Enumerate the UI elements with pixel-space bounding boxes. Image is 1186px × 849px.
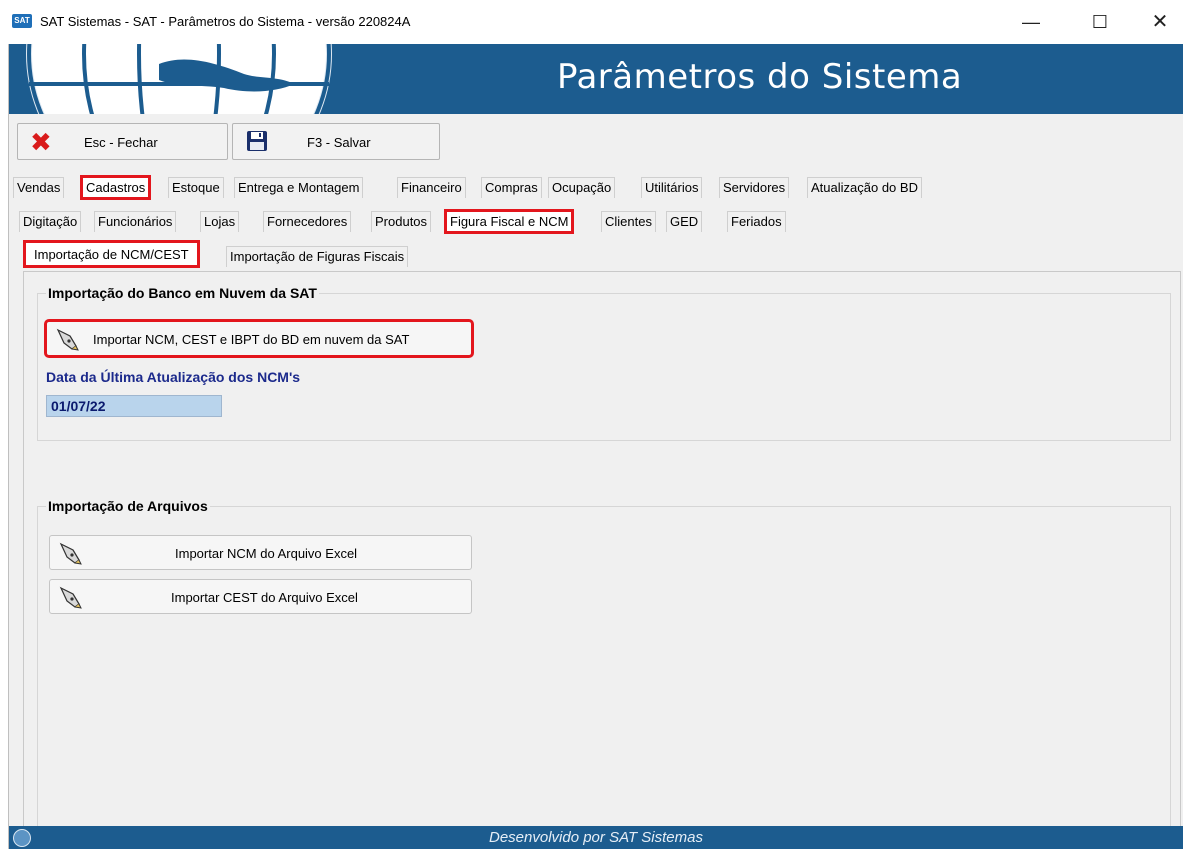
tab-figura-fiscal-ncm[interactable]: Figura Fiscal e NCM [443,209,575,234]
save-button[interactable]: F3 - Salvar [232,123,440,160]
tab-ged[interactable]: GED [666,211,703,232]
header-banner: Parâmetros do Sistema [9,44,1183,114]
tab-compras[interactable]: Compras [481,177,542,198]
tab-importacao-ncm-cest[interactable]: Importação de NCM/CEST [23,240,200,268]
toolbar: ✖ Esc - Fechar F3 - Salvar [9,114,1183,166]
status-bar: Desenvolvido por SAT Sistemas [9,826,1183,849]
last-update-label: Data da Última Atualização dos NCM's [46,369,301,385]
maximize-button[interactable]: ☐ [1080,8,1120,36]
status-text: Desenvolvido por SAT Sistemas [489,829,703,846]
globe-logo-icon [26,44,332,114]
floppy-disk-icon [247,131,267,151]
group-cloud-import: Importação do Banco em Nuvem da SAT Impo… [37,285,1171,441]
tab-fornecedores[interactable]: Fornecedores [263,211,352,232]
import-ncm-excel-button[interactable]: Importar NCM do Arquivo Excel [49,535,472,570]
import-cloud-button[interactable]: Importar NCM, CEST e IBPT do BD em nuvem… [44,319,474,358]
close-window-button[interactable]: ✕ [1140,8,1180,36]
content-panel: Importação do Banco em Nuvem da SAT Impo… [23,271,1181,847]
banner-title: Parâmetros do Sistema [557,57,963,97]
tab-entrega-montagem[interactable]: Entrega e Montagem [234,177,364,198]
fountain-pen-icon [59,542,82,565]
tab-produtos[interactable]: Produtos [371,211,432,232]
tab-digitacao[interactable]: Digitação [19,211,82,232]
tab-funcionarios[interactable]: Funcionários [94,211,177,232]
tab-utilitarios[interactable]: Utilitários [641,177,703,198]
import-cloud-button-label: Importar NCM, CEST e IBPT do BD em nuvem… [93,332,410,347]
last-update-date-field: 01/07/22 [46,395,222,417]
fountain-pen-icon [56,328,79,351]
close-button-label: Esc - Fechar [84,135,158,150]
tab-atualizacao-bd[interactable]: Atualização do BD [807,177,922,198]
tab-cadastros[interactable]: Cadastros [79,175,152,200]
tab-servidores[interactable]: Servidores [719,177,790,198]
minimize-button[interactable]: — [1011,8,1051,36]
save-button-label: F3 - Salvar [307,135,371,150]
import-cest-excel-label: Importar CEST do Arquivo Excel [171,590,358,605]
tab-clientes[interactable]: Clientes [601,211,656,232]
tab-vendas[interactable]: Vendas [13,177,65,198]
tab-feriados[interactable]: Feriados [727,211,786,232]
close-button[interactable]: ✖ Esc - Fechar [17,123,228,160]
fountain-pen-icon [59,586,82,609]
close-icon: ✖ [30,127,52,157]
app-icon: SAT [12,14,32,28]
group-files-title: Importação de Arquivos [46,498,210,514]
window-titlebar: SAT SAT Sistemas - SAT - Parâmetros do S… [0,0,1186,44]
tab-lojas[interactable]: Lojas [200,211,240,232]
group-cloud-title: Importação do Banco em Nuvem da SAT [46,285,319,301]
window-title: SAT Sistemas - SAT - Parâmetros do Siste… [40,14,411,29]
group-file-import: Importação de Arquivos Importar NCM do A… [37,498,1171,838]
tab-ocupacao[interactable]: Ocupação [548,177,616,198]
tab-estoque[interactable]: Estoque [168,177,224,198]
tab-importacao-figuras-fiscais[interactable]: Importação de Figuras Fiscais [226,246,409,267]
import-cest-excel-button[interactable]: Importar CEST do Arquivo Excel [49,579,472,614]
tab-financeiro[interactable]: Financeiro [397,177,466,198]
import-ncm-excel-label: Importar NCM do Arquivo Excel [175,546,358,561]
app-frame: Parâmetros do Sistema ✖ Esc - Fechar F3 … [8,44,1183,849]
